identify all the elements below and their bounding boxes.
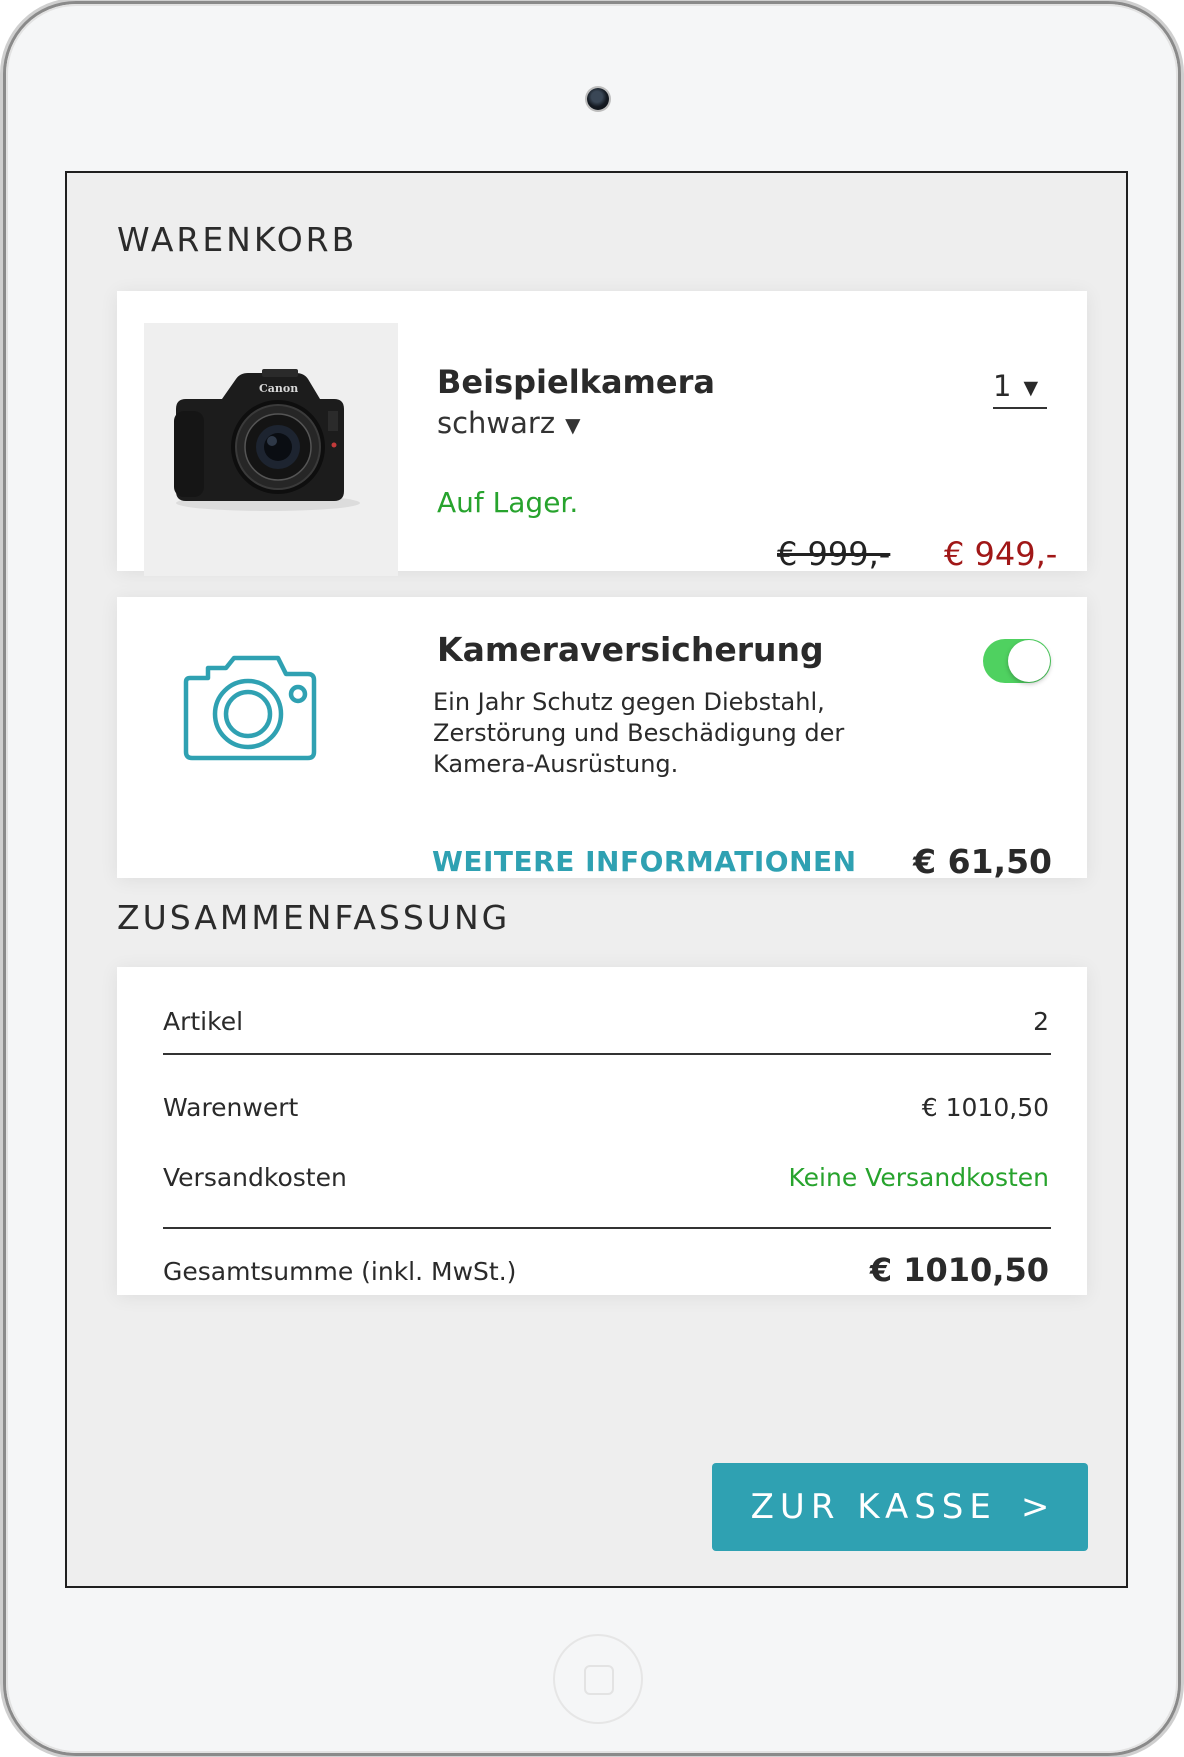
front-camera xyxy=(587,88,609,110)
insurance-card: Kameraversicherung Ein Jahr Schutz gegen… xyxy=(117,597,1087,881)
product-card: Canon Beispielkamera schwarz ▼ Auf Lager. xyxy=(117,291,1087,576)
shipping-label: Versandkosten xyxy=(163,1163,347,1192)
insurance-title: Kameraversicherung xyxy=(437,630,824,669)
product-image: Canon xyxy=(144,323,398,576)
cart-title: WARENKORB xyxy=(117,220,358,259)
insurance-toggle[interactable] xyxy=(983,639,1051,683)
total-label: Gesamtsumme (inkl. MwSt.) xyxy=(163,1257,517,1286)
insurance-price: € 61,50 xyxy=(913,842,1052,881)
camera-outline-icon xyxy=(180,652,320,768)
insurance-description: Ein Jahr Schutz gegen Diebstahl, Zerstör… xyxy=(433,688,845,778)
summary-title: ZUSAMMENFASSUNG xyxy=(117,898,511,937)
summary-card: Artikel 2 Warenwert € 1010,50 Versandkos… xyxy=(117,967,1087,1295)
divider xyxy=(163,1053,1051,1055)
old-price: € 999,- xyxy=(777,535,891,573)
camera-photo: Canon xyxy=(174,369,360,511)
total-value: € 1010,50 xyxy=(869,1251,1049,1289)
divider xyxy=(163,1227,1051,1229)
goods-label: Warenwert xyxy=(163,1093,299,1122)
home-button[interactable] xyxy=(553,1634,643,1724)
caret-down-icon: ▼ xyxy=(1023,377,1039,399)
checkout-button[interactable]: ZUR KASSE > xyxy=(712,1463,1088,1551)
screen: WARENKORB Canon Beispielkamera schwarz ▼… xyxy=(65,171,1128,1588)
items-value: 2 xyxy=(1033,1007,1049,1036)
caret-down-icon: ▼ xyxy=(565,413,581,437)
toggle-knob xyxy=(1008,640,1050,682)
variant-select[interactable]: schwarz ▼ xyxy=(437,406,580,440)
goods-value: € 1010,50 xyxy=(921,1093,1049,1122)
checkout-label: ZUR KASSE xyxy=(750,1487,997,1527)
product-name: Beispielkamera xyxy=(437,363,715,401)
chevron-right-icon: > xyxy=(1020,1487,1050,1527)
more-info-link[interactable]: WEITERE INFORMATIONEN xyxy=(432,845,857,878)
svg-text:Canon: Canon xyxy=(259,382,298,395)
sale-price: € 949,- xyxy=(944,535,1058,573)
items-label: Artikel xyxy=(163,1007,244,1036)
variant-label: schwarz xyxy=(437,406,556,440)
shipping-value: Keine Versandkosten xyxy=(788,1163,1049,1192)
quantity-select[interactable]: 1 ▼ xyxy=(993,369,1047,409)
home-square-icon xyxy=(584,1665,614,1695)
stock-status: Auf Lager. xyxy=(437,486,579,519)
quantity-value: 1 xyxy=(993,369,1012,403)
tablet-frame: WARENKORB Canon Beispielkamera schwarz ▼… xyxy=(6,4,1178,1753)
